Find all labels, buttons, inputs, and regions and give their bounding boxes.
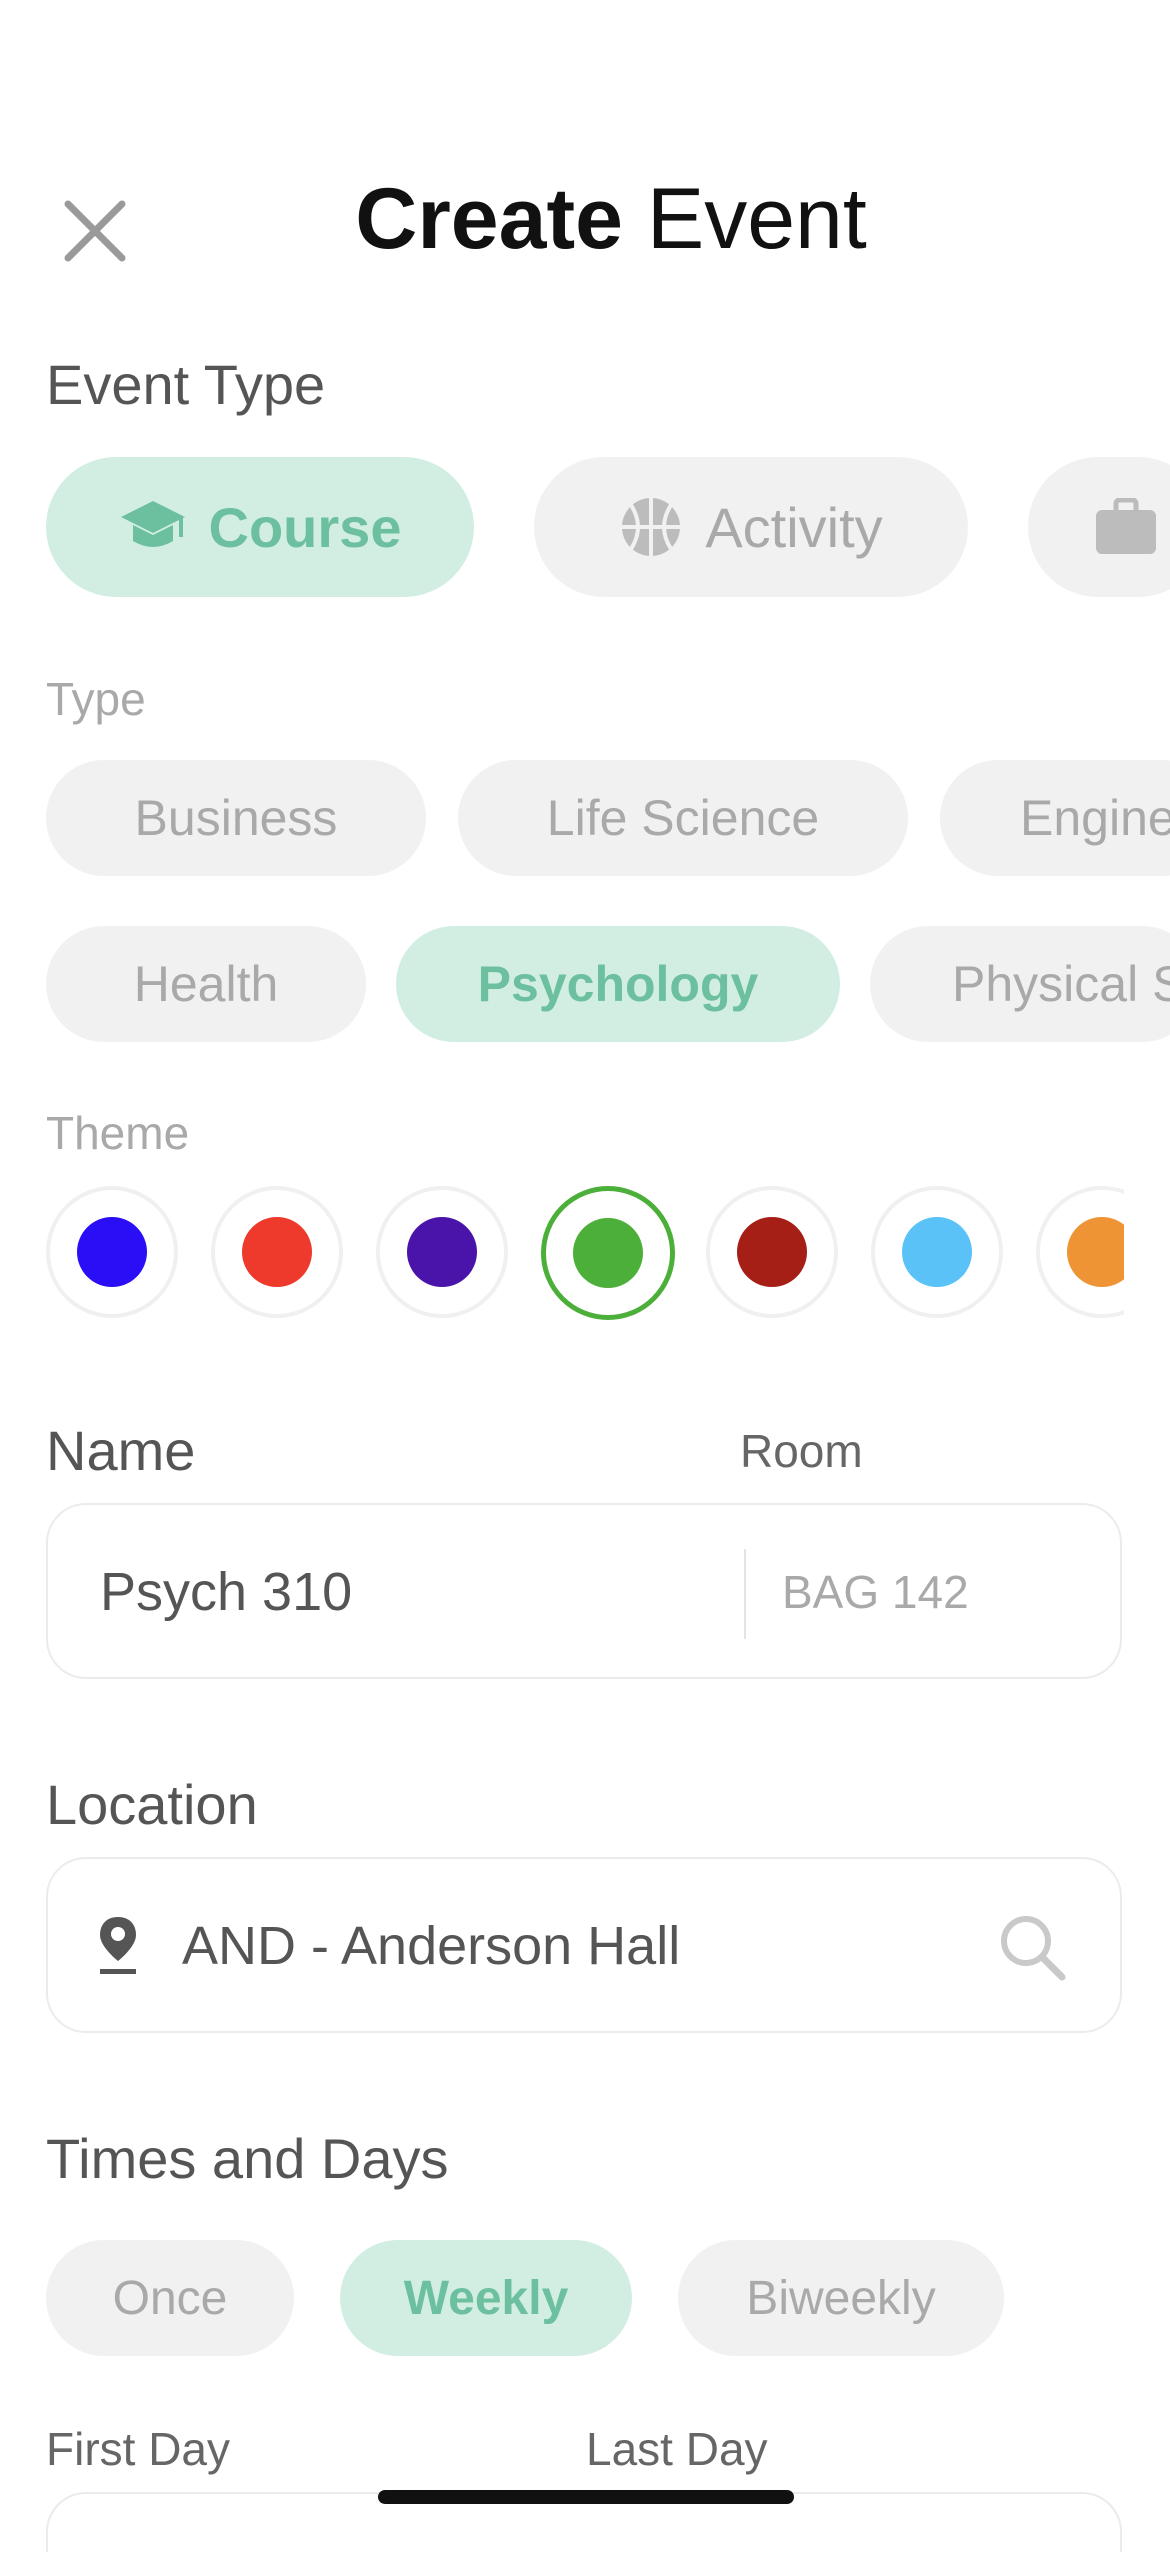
frequency-biweekly-label: Biweekly: [746, 2271, 936, 2325]
type-psychology[interactable]: Psychology: [396, 926, 840, 1042]
type-business-label: Business: [134, 790, 338, 846]
type-engineering-label: Engine: [1020, 790, 1170, 846]
room-label: Room: [740, 1425, 863, 1477]
swatch-color: [737, 1217, 807, 1287]
type-business[interactable]: Business: [46, 760, 426, 876]
basketball-icon: [619, 495, 683, 559]
type-label: Type: [46, 673, 146, 725]
type-engineering[interactable]: Engine: [940, 760, 1170, 876]
location-pin-icon: [96, 1915, 140, 1980]
swatch-color: [573, 1218, 643, 1288]
swatch-color: [77, 1217, 147, 1287]
event-type-course-label: Course: [208, 495, 402, 559]
event-type-label: Event Type: [46, 353, 326, 416]
first-day-label: First Day: [46, 2423, 230, 2475]
type-life-science-label: Life Science: [546, 790, 820, 846]
swatch-color: [242, 1217, 312, 1287]
name-input[interactable]: Psych 310: [100, 1561, 352, 1623]
location-field[interactable]: AND - Anderson Hall: [46, 1857, 1122, 2033]
times-days-label: Times and Days: [46, 2127, 449, 2190]
type-psychology-label: Psychology: [477, 956, 759, 1012]
frequency-biweekly[interactable]: Biweekly: [678, 2240, 1004, 2356]
name-room-field: Psych 310 BAG 142: [46, 1503, 1122, 1679]
theme-swatch[interactable]: [1036, 1186, 1124, 1318]
event-type-course[interactable]: Course: [46, 457, 474, 597]
room-input[interactable]: BAG 142: [782, 1565, 969, 1619]
location-input[interactable]: AND - Anderson Hall: [182, 1915, 680, 1977]
graduation-cap-icon: [119, 499, 187, 555]
field-divider: [744, 1549, 746, 1639]
name-label: Name: [46, 1419, 196, 1482]
theme-swatch-selected[interactable]: [541, 1186, 675, 1320]
search-icon[interactable]: [998, 1913, 1068, 1988]
last-day-label: Last Day: [586, 2423, 768, 2475]
briefcase-icon: [1094, 498, 1158, 556]
title-regular: Event: [646, 171, 867, 267]
swatch-color: [902, 1217, 972, 1287]
frequency-weekly-label: Weekly: [403, 2271, 569, 2325]
frequency-weekly[interactable]: Weekly: [340, 2240, 632, 2356]
frequency-once-label: Once: [112, 2271, 228, 2325]
theme-swatch[interactable]: [211, 1186, 343, 1318]
swatch-color: [407, 1217, 477, 1287]
theme-swatch[interactable]: [706, 1186, 838, 1318]
location-label: Location: [46, 1773, 258, 1836]
theme-swatch[interactable]: [46, 1186, 178, 1318]
type-physical-science-label: Physical S: [952, 956, 1170, 1012]
event-type-work[interactable]: [1028, 457, 1170, 597]
type-health[interactable]: Health: [46, 926, 366, 1042]
title-bold: Create: [355, 171, 623, 267]
type-health-label: Health: [133, 956, 279, 1012]
type-life-science[interactable]: Life Science: [458, 760, 908, 876]
event-type-activity-label: Activity: [705, 495, 883, 559]
page-title: Create Event: [0, 170, 1170, 269]
theme-swatch[interactable]: [376, 1186, 508, 1318]
theme-label: Theme: [46, 1107, 190, 1159]
event-type-activity[interactable]: Activity: [534, 457, 968, 597]
frequency-once[interactable]: Once: [46, 2240, 294, 2356]
theme-swatch[interactable]: [871, 1186, 1003, 1318]
type-physical-science[interactable]: Physical S: [870, 926, 1170, 1042]
home-indicator: [378, 2490, 794, 2504]
swatch-color: [1067, 1217, 1124, 1287]
